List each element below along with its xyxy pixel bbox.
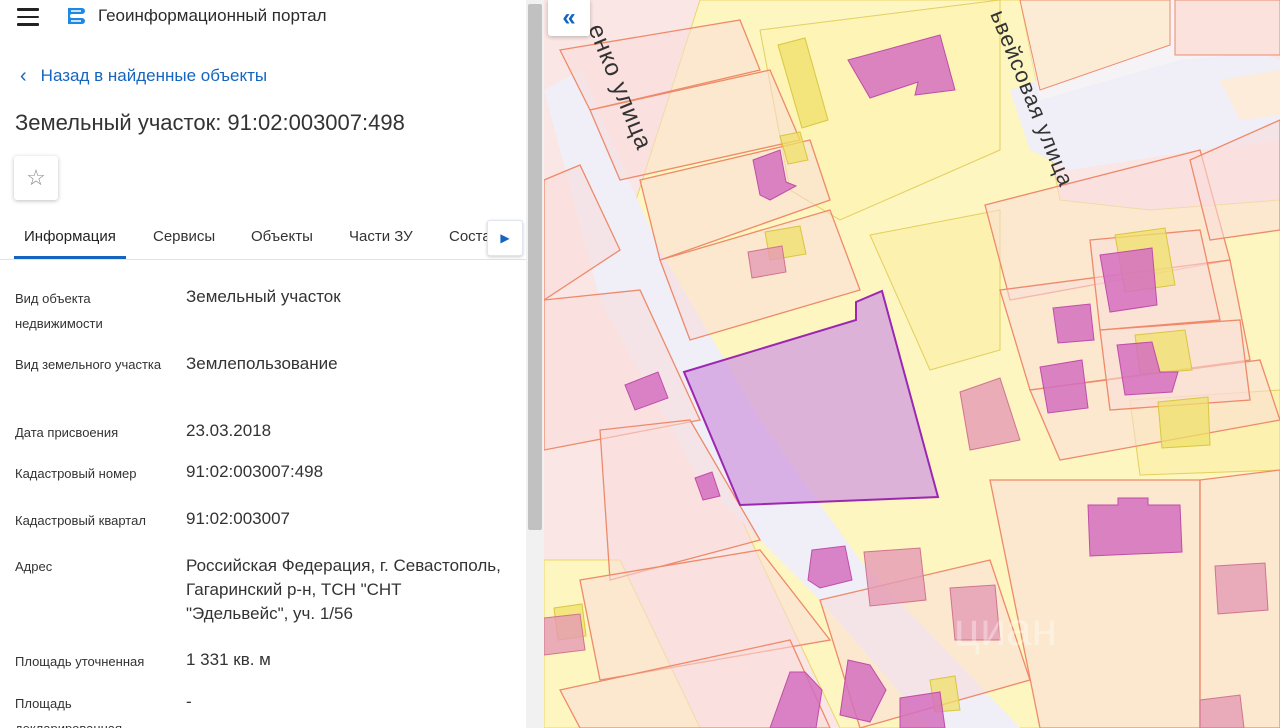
back-link-label: Назад в найденные объекты (40, 66, 268, 85)
property-value: - (186, 692, 192, 711)
tab-objects[interactable]: Объекты (251, 228, 313, 245)
tab-parts[interactable]: Части ЗУ (349, 228, 413, 245)
cadastral-map[interactable]: енко улица ьвейсовая улица циан (544, 0, 1280, 728)
property-label: Кадастровый номер (15, 466, 137, 481)
svg-text:циан: циан (954, 603, 1057, 655)
property-label: Дата присвоения (15, 425, 119, 440)
info-panel: Геоинформационный портал ‹ Назад в найде… (0, 0, 544, 728)
property-value: Земельный участок (186, 287, 341, 306)
property-label: Кадастровый квартал (15, 513, 146, 528)
active-tab-indicator (14, 256, 126, 259)
property-label: Адрес (15, 559, 53, 574)
tabs-scroll-right-button[interactable]: ▶ (487, 220, 523, 256)
triangle-right-icon: ▶ (500, 231, 510, 245)
property-value: 91:02:003007 (186, 509, 290, 528)
map-watermark: циан (954, 603, 1057, 655)
collapse-panel-button[interactable]: « (548, 0, 590, 36)
property-value: 23.03.2018 (186, 421, 272, 440)
map-canvas[interactable]: енко улица ьвейсовая улица (544, 0, 1280, 728)
panel-scrollbar-thumb[interactable] (528, 4, 542, 530)
property-value: 91:02:003007:498 (186, 462, 324, 481)
star-outline-icon: ☆ (26, 165, 46, 190)
back-link[interactable]: ‹ Назад в найденные объекты (20, 66, 267, 86)
portal-logo-icon (68, 8, 85, 24)
tab-bar: Информация Сервисы Объекты Части ЗУ Сост… (0, 214, 526, 260)
property-label: Вид земельного участка (15, 357, 162, 372)
property-value: Землепользование (186, 354, 338, 373)
property-label: Площадь уточненная (15, 654, 145, 669)
tab-services[interactable]: Сервисы (153, 228, 215, 245)
property-value: 1 331 кв. м (186, 650, 271, 669)
chevron-left-icon: ‹ (20, 65, 27, 87)
object-title: Земельный участок: 91:02:003007:498 (15, 110, 405, 135)
app-header: Геоинформационный портал (0, 0, 526, 34)
favorite-button[interactable]: ☆ (14, 156, 58, 200)
double-chevron-left-icon: « (562, 4, 576, 31)
property-label: Площадь декларированная (15, 696, 122, 728)
tab-information[interactable]: Информация (24, 228, 116, 245)
app-title: Геоинформационный портал (98, 6, 327, 25)
menu-icon[interactable] (17, 8, 39, 26)
tab-composition[interactable]: Соста (449, 228, 491, 245)
address-value: Российская Федерация, г. Севастополь, Га… (186, 556, 501, 623)
property-label: Вид объекта недвижимости (15, 291, 103, 331)
